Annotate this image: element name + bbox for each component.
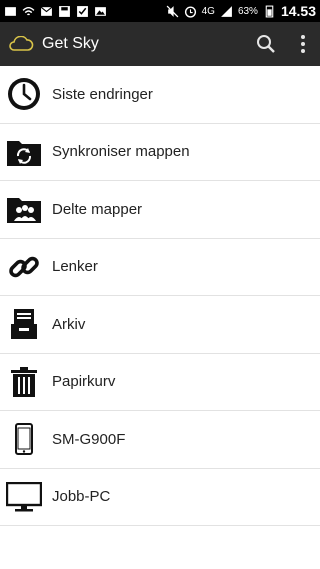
- menu-item-links[interactable]: Lenker: [0, 239, 320, 296]
- battery-percent: 63%: [237, 5, 258, 17]
- signal-icon: [221, 5, 232, 17]
- archive-icon: [6, 306, 42, 342]
- battery-icon: [265, 5, 274, 17]
- search-icon[interactable]: [256, 34, 276, 54]
- menu-list: Siste endringer Synkroniser mappen Delte…: [0, 66, 320, 526]
- menu-item-label: Lenker: [52, 258, 98, 276]
- app-bar: Get Sky: [0, 22, 320, 66]
- email-icon: [40, 6, 53, 16]
- menu-item-label: Siste endringer: [52, 85, 153, 103]
- overflow-menu-icon[interactable]: [300, 34, 306, 54]
- network-type-label: 4G: [201, 5, 215, 17]
- shared-folder-icon: [6, 191, 42, 227]
- checkbox-icon: [77, 5, 88, 17]
- menu-item-label: Delte mapper: [52, 200, 143, 218]
- menu-item-shared-folders[interactable]: Delte mapper: [0, 181, 320, 239]
- status-bar: 4G 63% 14.53: [0, 0, 320, 22]
- message-icon: [5, 6, 16, 16]
- menu-item-recent-changes[interactable]: Siste endringer: [0, 66, 320, 124]
- alarm-icon: [184, 5, 196, 18]
- phone-icon: [6, 421, 42, 457]
- trash-icon: [6, 364, 42, 400]
- clock-icon: [6, 76, 42, 112]
- menu-item-label: Papirkurv: [52, 373, 116, 391]
- wifi-icon: [22, 6, 35, 15]
- monitor-icon: [6, 479, 42, 515]
- app-title: Get Sky: [42, 35, 99, 52]
- menu-item-phone[interactable]: SM-G900F: [0, 411, 320, 469]
- sync-folder-icon: [6, 134, 42, 170]
- menu-item-archive[interactable]: Arkiv: [0, 296, 320, 354]
- status-time: 14.53: [280, 3, 316, 19]
- cloud-icon: [9, 36, 34, 51]
- save-icon: [59, 5, 70, 17]
- mute-icon: [166, 5, 178, 17]
- menu-item-work-pc[interactable]: Jobb-PC: [0, 469, 320, 526]
- menu-item-trash[interactable]: Papirkurv: [0, 354, 320, 411]
- menu-item-label: Arkiv: [52, 315, 86, 333]
- image-icon: [95, 6, 106, 16]
- link-icon: [6, 249, 42, 285]
- menu-item-sync-folder[interactable]: Synkroniser mappen: [0, 124, 320, 181]
- menu-item-label: SM-G900F: [52, 430, 126, 448]
- menu-item-label: Jobb-PC: [52, 488, 111, 506]
- menu-item-label: Synkroniser mappen: [52, 143, 190, 161]
